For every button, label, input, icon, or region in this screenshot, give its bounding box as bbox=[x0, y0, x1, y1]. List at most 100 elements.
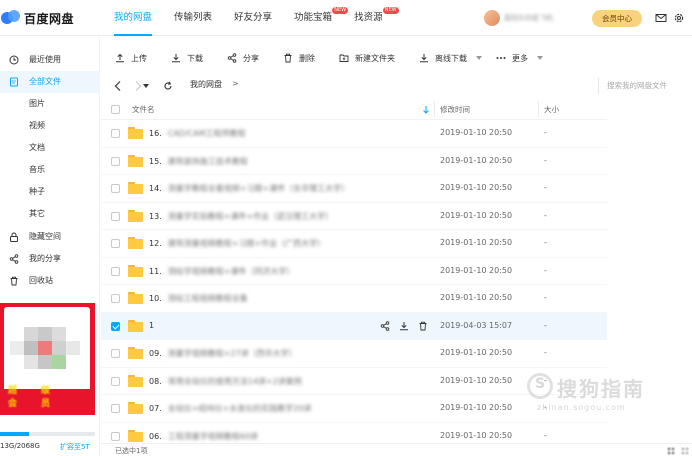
username[interactable]: 莫回头的纸飞机 bbox=[504, 10, 584, 26]
share-label: 分享 bbox=[243, 53, 259, 63]
sidebar-item-all-files[interactable]: 全部文件 bbox=[0, 71, 100, 93]
row-checkbox[interactable] bbox=[111, 431, 120, 441]
table-row[interactable]: 12. 建筑测量视频教程+习题+作业（广西大学） 2019-01-10 20:50 - bbox=[101, 230, 607, 258]
sidebar-item-recycle-bin[interactable]: 回收站 bbox=[0, 270, 100, 292]
table-row[interactable]: 10. 测绘工程视频教程全集 2019-01-10 20:50 - bbox=[101, 285, 607, 313]
expand-storage-link[interactable]: 扩容至5T bbox=[60, 442, 90, 452]
table-row[interactable]: 06. 工程测量学视频教程60讲 2019-01-10 20:50 - bbox=[101, 423, 607, 444]
row-checkbox[interactable] bbox=[111, 184, 120, 193]
file-name[interactable]: 11. 测绘学视频教程+课件（同济大学） bbox=[149, 266, 294, 277]
sidebar-item-label: 回收站 bbox=[29, 276, 53, 285]
forward-arrow-icon[interactable] bbox=[133, 80, 143, 92]
row-checkbox[interactable] bbox=[111, 239, 120, 248]
select-all-checkbox[interactable] bbox=[111, 105, 120, 114]
new-folder-button[interactable]: 新建文件夹 bbox=[339, 44, 395, 72]
refresh-icon[interactable] bbox=[163, 80, 173, 92]
row-checkbox[interactable] bbox=[111, 404, 120, 413]
download-button[interactable]: 下载 bbox=[171, 44, 203, 72]
row-checkbox[interactable] bbox=[111, 129, 120, 138]
row-checkbox[interactable] bbox=[111, 211, 120, 221]
avatar[interactable] bbox=[484, 10, 500, 26]
delete-button[interactable]: 删除 bbox=[283, 44, 315, 72]
share-button[interactable]: 分享 bbox=[227, 44, 259, 72]
column-header-name[interactable]: 文件名 bbox=[132, 104, 155, 115]
file-name-text: 测绘学视频教程+课件（同济大学） bbox=[167, 266, 295, 276]
nav-find-resources[interactable]: 找资源 NEW bbox=[354, 0, 399, 36]
table-row[interactable]: 07. 全站仪+经纬仪+水准仪的实践教学20讲 2019-01-10 20:50 - bbox=[101, 395, 607, 423]
row-checkbox[interactable] bbox=[111, 349, 120, 358]
nav-transfer-list[interactable]: 传输列表 bbox=[174, 0, 212, 36]
search-input[interactable]: 搜索我的网盘文件 bbox=[598, 78, 692, 94]
file-name[interactable]: 10. 测绘工程视频教程全集 bbox=[149, 293, 248, 304]
sidebar-sub-music[interactable]: 音乐 bbox=[29, 159, 45, 181]
new-badge: NEW bbox=[382, 7, 399, 14]
column-divider bbox=[434, 101, 435, 117]
row-checkbox[interactable] bbox=[111, 266, 120, 276]
sidebar-item-hidden-space[interactable]: 隐藏空间 bbox=[0, 226, 100, 248]
table-row[interactable]: 11. 测绘学视频教程+课件（同济大学） 2019-01-10 20:50 - bbox=[101, 258, 607, 285]
sidebar-sub-images[interactable]: 图片 bbox=[29, 93, 45, 115]
file-list: 文件名 修改时间 大小 16. CAD/CAM工程师教程 2019-01-10 20… bbox=[101, 98, 607, 443]
file-name[interactable]: 08. 常用全站仪的使用方法14讲+2讲案例 bbox=[149, 376, 302, 387]
share-icon[interactable] bbox=[380, 320, 390, 331]
row-checkbox[interactable] bbox=[111, 376, 120, 386]
table-row[interactable]: 15. 建筑装饰施工技术教程 2019-01-10 20:50 - bbox=[101, 148, 607, 175]
sidebar-sub-torrents[interactable]: 种子 bbox=[29, 181, 45, 203]
app-logo[interactable]: 百度网盘 bbox=[0, 7, 90, 29]
sidebar-item-my-shares[interactable]: 我的分享 bbox=[0, 248, 100, 270]
file-name[interactable]: 06. 工程测量学视频教程60讲 bbox=[149, 431, 258, 442]
download-label: 下载 bbox=[187, 53, 203, 63]
file-name[interactable]: 07. 全站仪+经纬仪+水准仪的实践教学20讲 bbox=[149, 403, 311, 414]
nav-label: 功能宝箱 bbox=[294, 12, 333, 23]
trash-icon[interactable] bbox=[418, 321, 428, 331]
download-icon[interactable] bbox=[399, 321, 409, 331]
row-checkbox[interactable] bbox=[111, 156, 120, 166]
file-name[interactable]: 14. 测量学教程全套视频+习题+课件（东华理工大学） bbox=[149, 183, 349, 194]
sidebar-item-recent[interactable]: 最近使用 bbox=[0, 49, 100, 71]
row-checkbox[interactable] bbox=[111, 294, 120, 303]
file-name[interactable]: 13. 测量学实验教程+课件+作业（武汉理工大学） bbox=[149, 211, 333, 222]
back-arrow-icon[interactable] bbox=[113, 80, 123, 92]
column-header-time[interactable]: 修改时间 bbox=[440, 104, 470, 115]
sidebar-sub-videos[interactable]: 视频 bbox=[29, 115, 45, 137]
lock-icon bbox=[10, 232, 18, 242]
table-row[interactable]: 08. 常用全站仪的使用方法14讲+2讲案例 2019-01-10 20:50 - bbox=[101, 368, 607, 395]
clock-icon bbox=[9, 55, 19, 65]
more-button[interactable]: 更多 bbox=[496, 44, 543, 72]
table-row[interactable]: 13. 测量学实验教程+课件+作业（武汉理工大学） 2019-01-10 20:50… bbox=[101, 203, 607, 230]
breadcrumb[interactable]: 我的网盘 bbox=[190, 79, 222, 90]
sidebar-sub-documents[interactable]: 文档 bbox=[29, 137, 45, 159]
grid-view-icon[interactable] bbox=[681, 447, 689, 455]
table-row[interactable]: 1 2019-04-03 15:07 - bbox=[101, 312, 607, 340]
file-name[interactable]: 1 bbox=[149, 321, 154, 330]
file-name[interactable]: 12. 建筑测量视频教程+习题+作业（广西大学） bbox=[149, 238, 325, 249]
nav-label: 找资源 bbox=[354, 12, 383, 23]
settings-gear-icon[interactable] bbox=[673, 12, 685, 24]
file-size: - bbox=[544, 210, 547, 220]
table-row[interactable]: 14. 测量学教程全套视频+习题+课件（东华理工大学） 2019-01-10 20:… bbox=[101, 175, 607, 203]
table-row[interactable]: 16. CAD/CAM工程师教程 2019-01-10 20:50 - bbox=[101, 120, 607, 148]
nav-toolbox[interactable]: 功能宝箱 NEW bbox=[294, 0, 349, 36]
table-row[interactable]: 09. 测量学视频教程+27讲（西华大学） 2019-01-10 20:50 - bbox=[101, 340, 607, 368]
file-name[interactable]: 16. CAD/CAM工程师教程 bbox=[149, 128, 246, 139]
row-checkbox[interactable] bbox=[111, 321, 120, 331]
nav-my-disk[interactable]: 我的网盘 bbox=[114, 0, 153, 36]
offline-download-button[interactable]: 离线下载 bbox=[419, 44, 482, 72]
file-modified-time: 2019-01-10 20:50 bbox=[440, 375, 513, 385]
mail-icon[interactable] bbox=[655, 12, 667, 24]
sort-down-icon[interactable] bbox=[422, 105, 430, 114]
history-dropdown-icon[interactable] bbox=[143, 84, 149, 88]
sidebar-sub-others[interactable]: 其它 bbox=[29, 203, 45, 225]
file-name-number: 08. bbox=[149, 376, 162, 386]
vip-center-button[interactable]: 会员中心 bbox=[592, 10, 642, 27]
list-view-icon[interactable] bbox=[667, 447, 675, 455]
offline-download-icon bbox=[420, 54, 428, 63]
file-name-number: 09. bbox=[149, 349, 162, 358]
nav-friend-share[interactable]: 好友分享 bbox=[234, 0, 272, 36]
promo-banner[interactable]: 超级会员 bbox=[0, 303, 95, 415]
upload-button[interactable]: 上传 bbox=[115, 44, 147, 72]
column-header-size[interactable]: 大小 bbox=[544, 104, 559, 115]
file-name[interactable]: 15. 建筑装饰施工技术教程 bbox=[149, 156, 248, 167]
file-name[interactable]: 09. 测量学视频教程+27讲（西华大学） bbox=[149, 348, 297, 359]
storage-quota-bar bbox=[0, 432, 95, 436]
